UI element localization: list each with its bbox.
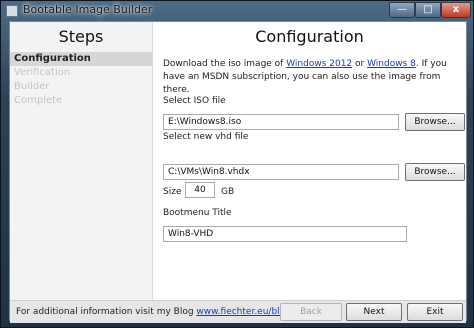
bootmenu-label: Bootmenu Title bbox=[163, 208, 232, 218]
size-label: Size bbox=[163, 187, 182, 197]
step-verification: Verification bbox=[14, 67, 71, 78]
bootmenu-title-field[interactable]: Win8-VHD bbox=[163, 226, 407, 242]
step-configuration: Configuration bbox=[10, 52, 152, 66]
exit-button[interactable]: Exit bbox=[407, 303, 463, 321]
description-text: Download the iso image of Windows 2012 o… bbox=[163, 58, 463, 97]
iso-label: Select ISO file bbox=[163, 96, 226, 106]
step-complete: Complete bbox=[14, 95, 63, 106]
steps-heading: Steps bbox=[58, 27, 104, 46]
vhd-browse-button[interactable]: Browse... bbox=[405, 163, 465, 181]
steps-sidebar: Steps Configuration Verification Builder… bbox=[10, 22, 153, 300]
minimize-button[interactable]: — bbox=[389, 2, 415, 18]
title-bar[interactable]: Bootable Image Builder — □ x bbox=[1, 1, 474, 21]
blog-link[interactable]: www.fiechter.eu/blog bbox=[196, 307, 290, 317]
window-title: Bootable Image Builder bbox=[23, 3, 153, 16]
footer-bar: For additional information visit my Blog… bbox=[10, 300, 466, 323]
description-part-1: Download the iso image of bbox=[163, 59, 287, 69]
footer-info: For additional information visit my Blog… bbox=[16, 307, 294, 317]
footer-info-text: For additional information visit my Blog bbox=[16, 307, 197, 317]
iso-browse-button[interactable]: Browse... bbox=[405, 113, 465, 131]
windows-8-link[interactable]: Windows 8 bbox=[367, 59, 416, 69]
windows-2012-link[interactable]: Windows 2012 bbox=[286, 59, 352, 69]
next-button[interactable]: Next bbox=[346, 303, 402, 321]
page-title: Configuration bbox=[255, 27, 364, 46]
maximize-button[interactable]: □ bbox=[415, 2, 441, 18]
size-unit: GB bbox=[221, 187, 235, 197]
app-icon bbox=[6, 5, 18, 17]
vhd-path-field[interactable]: C:\VMs\Win8.vhdx bbox=[163, 164, 399, 180]
description-part-2: or bbox=[352, 59, 368, 69]
iso-path-field[interactable]: E:\Windows8.iso bbox=[163, 114, 399, 130]
app-window: Bootable Image Builder — □ x Steps Confi… bbox=[0, 0, 474, 328]
close-button[interactable]: x bbox=[441, 2, 471, 18]
client-area: Steps Configuration Verification Builder… bbox=[9, 21, 467, 323]
size-field[interactable]: 40 bbox=[185, 182, 215, 198]
configuration-pane: Configuration Download the iso image of … bbox=[153, 22, 466, 300]
vhd-label: Select new vhd file bbox=[163, 132, 249, 142]
back-button[interactable]: Back bbox=[280, 303, 342, 321]
step-builder: Builder bbox=[14, 81, 50, 92]
